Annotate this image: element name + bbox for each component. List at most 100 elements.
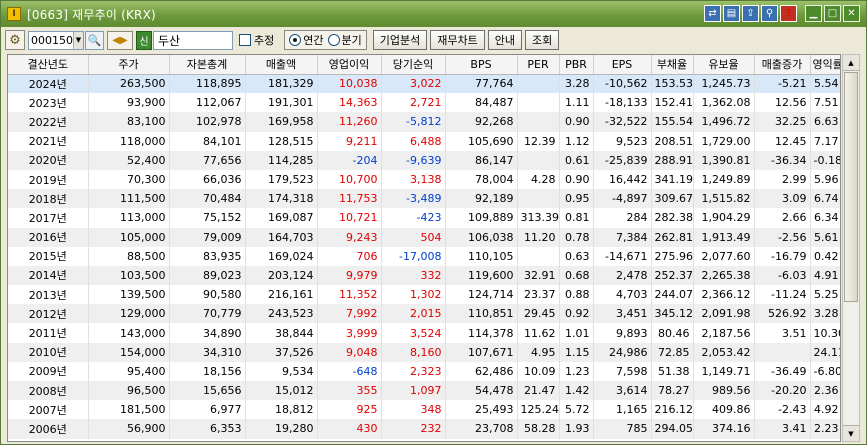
table-cell: 8,160: [381, 342, 446, 362]
chevron-down-icon[interactable]: ▼: [73, 31, 83, 49]
maximize-icon[interactable]: □: [824, 5, 841, 22]
stock-stepper-icon[interactable]: ◀▶: [107, 30, 133, 50]
scroll-up-icon[interactable]: ▲: [843, 55, 859, 71]
close-icon[interactable]: ✕: [843, 5, 860, 22]
table-row[interactable]: 2006년 56,900 6,353 19,280 430 232 23,708 58.28 1…: [8, 419, 840, 439]
vertical-scrollbar[interactable]: ▲ ▼: [842, 54, 860, 442]
guide-button[interactable]: 안내: [487, 30, 522, 50]
table-cell: 118,000: [88, 131, 170, 151]
column-header[interactable]: 주가: [88, 55, 170, 75]
table-cell: -423: [381, 208, 446, 228]
column-header[interactable]: PBR: [559, 55, 594, 75]
table-cell: -17,008: [381, 246, 446, 266]
table-cell: -32,522: [593, 112, 652, 132]
table-cell: 1,249.89: [693, 169, 755, 190]
table-row[interactable]: 2015년 88,500 83,935 169,024 706 -17,008 110,10…: [8, 246, 840, 266]
column-header[interactable]: 당기순익: [381, 55, 446, 75]
table-cell: -18,133: [593, 93, 652, 113]
title-bar[interactable]: I [0663] 재무추이 (KRX) ⇄ ▤ ⇪ ⚲ ? ▁ □ ✕: [1, 1, 866, 27]
column-header[interactable]: 자본총계: [169, 55, 246, 75]
column-header[interactable]: PER: [517, 55, 560, 75]
table-row[interactable]: 2013년 139,500 90,580 216,161 11,352 1,302 124,…: [8, 285, 840, 305]
table-cell: 7,384: [593, 227, 652, 247]
table-cell: 332: [381, 265, 446, 286]
column-header[interactable]: 결산년도: [8, 55, 89, 75]
table-cell: -6.80: [810, 361, 840, 381]
radio-annual[interactable]: 연간: [289, 32, 324, 48]
table-cell: 19,280: [245, 419, 318, 439]
table-row[interactable]: 2009년 95,400 18,156 9,534 -648 2,323 62,486 10.…: [8, 361, 840, 381]
export-icon[interactable]: ⇪: [742, 5, 759, 22]
table-cell: 124,714: [445, 285, 518, 305]
column-header[interactable]: 영업이익: [317, 55, 382, 75]
table-cell: 6,488: [381, 131, 446, 151]
table-cell: 70,779: [169, 304, 246, 324]
search-icon[interactable]: 🔍: [85, 30, 104, 50]
table-cell: -5,812: [381, 112, 446, 132]
table-row[interactable]: 2021년 118,000 84,101 128,515 9,211 6,488 105,6…: [8, 131, 840, 151]
column-header[interactable]: 매출증가: [754, 55, 811, 75]
table-cell: 21.47: [517, 381, 560, 401]
title-buttons-gap: [799, 5, 803, 22]
column-header[interactable]: 영익률: [810, 55, 840, 75]
column-header[interactable]: 매출액: [245, 55, 318, 75]
table-cell: 11,753: [317, 189, 382, 209]
table-row[interactable]: 2007년 181,500 6,977 18,812 925 348 25,493 125.2…: [8, 400, 840, 420]
table-cell: 3,614: [593, 381, 652, 401]
table-row[interactable]: 2018년 111,500 70,484 174,318 11,753 -3,489 92,…: [8, 189, 840, 209]
table-cell: 95,400: [88, 361, 170, 381]
scroll-down-icon[interactable]: ▼: [843, 425, 859, 441]
table-cell: 1,362.08: [693, 93, 755, 113]
table-row[interactable]: 2024년 263,500 118,895 181,329 10,038 3,022 77,…: [8, 74, 840, 94]
gear-icon[interactable]: ⚙: [5, 30, 25, 50]
column-header[interactable]: 유보율: [693, 55, 755, 75]
table-cell: -25,839: [593, 150, 652, 170]
column-header[interactable]: BPS: [445, 55, 518, 75]
table-row[interactable]: 2017년 113,000 75,152 169,087 10,721 -423 109,8…: [8, 208, 840, 228]
financial-table[interactable]: 결산년도 주가 자본총계 매출액 영업이익 당기순익 BPS PER PBR EPS 부채율 유보율 매…: [7, 54, 841, 442]
pin-icon[interactable]: ⚲: [761, 5, 778, 22]
table-cell: 102,978: [169, 112, 246, 132]
stock-code-value[interactable]: 000150: [29, 34, 73, 47]
table-cell: 11,352: [317, 285, 382, 305]
link-icon[interactable]: ⇄: [704, 5, 721, 22]
table-cell: 11,260: [317, 112, 382, 132]
company-analysis-button[interactable]: 기업분석: [372, 30, 428, 50]
query-button[interactable]: 조회: [524, 30, 560, 50]
column-header[interactable]: 부채율: [651, 55, 694, 75]
table-cell: 11.20: [517, 227, 560, 247]
table-row[interactable]: 2016년 105,000 79,009 164,703 9,243 504 106,038…: [8, 227, 840, 247]
table-cell: 75,152: [169, 208, 246, 228]
table-cell: 15,012: [245, 381, 318, 401]
minimize-icon[interactable]: ▁: [805, 5, 822, 22]
table-row[interactable]: 2014년 103,500 89,023 203,124 9,979 332 119,600…: [8, 265, 840, 286]
help-icon[interactable]: ?: [780, 5, 797, 22]
table-row[interactable]: 2023년 93,900 112,067 191,301 14,363 2,721 84,4…: [8, 93, 840, 113]
table-row[interactable]: 2019년 70,300 66,036 179,523 10,700 3,138 78,00…: [8, 169, 840, 190]
checkbox-box[interactable]: [239, 34, 251, 46]
table-cell: 2007년: [8, 400, 89, 420]
table-cell: 25,493: [445, 400, 518, 420]
table-row[interactable]: 2010년 154,000 34,310 37,526 9,048 8,160 107,67…: [8, 342, 840, 362]
table-cell: 32.91: [517, 265, 560, 286]
table-row[interactable]: 2008년 96,500 15,656 15,012 355 1,097 54,478 21.…: [8, 381, 840, 401]
scroll-thumb[interactable]: [844, 72, 858, 302]
table-row[interactable]: 2011년 143,000 34,890 38,844 3,999 3,524 114,37…: [8, 323, 840, 343]
radio-quarter[interactable]: 분기: [327, 32, 362, 48]
table-cell: 1,390.81: [693, 150, 755, 170]
radio-quarter-dot[interactable]: [327, 34, 340, 46]
table-cell: 0.88: [559, 285, 594, 305]
table-row[interactable]: 2020년 52,400 77,656 114,285 -204 -9,639 86,147…: [8, 150, 840, 170]
radio-annual-dot[interactable]: [289, 34, 302, 46]
table-cell: 80.46: [651, 323, 694, 343]
table-row[interactable]: 2012년 129,000 70,779 243,523 7,992 2,015 110,8…: [8, 304, 840, 324]
column-header[interactable]: EPS: [593, 55, 652, 75]
table-cell: 11.62: [517, 323, 560, 343]
print-preview-icon[interactable]: ▤: [723, 5, 740, 22]
stock-code-combo[interactable]: 000150 ▼: [28, 30, 84, 50]
estimate-checkbox[interactable]: 추정: [239, 32, 274, 48]
table-cell: 181,500: [88, 400, 170, 420]
financial-chart-button[interactable]: 재무차트: [430, 30, 485, 50]
table-row[interactable]: 2022년 83,100 102,978 169,958 11,260 -5,812 92,…: [8, 112, 840, 132]
table-cell: 9,243: [317, 227, 382, 247]
